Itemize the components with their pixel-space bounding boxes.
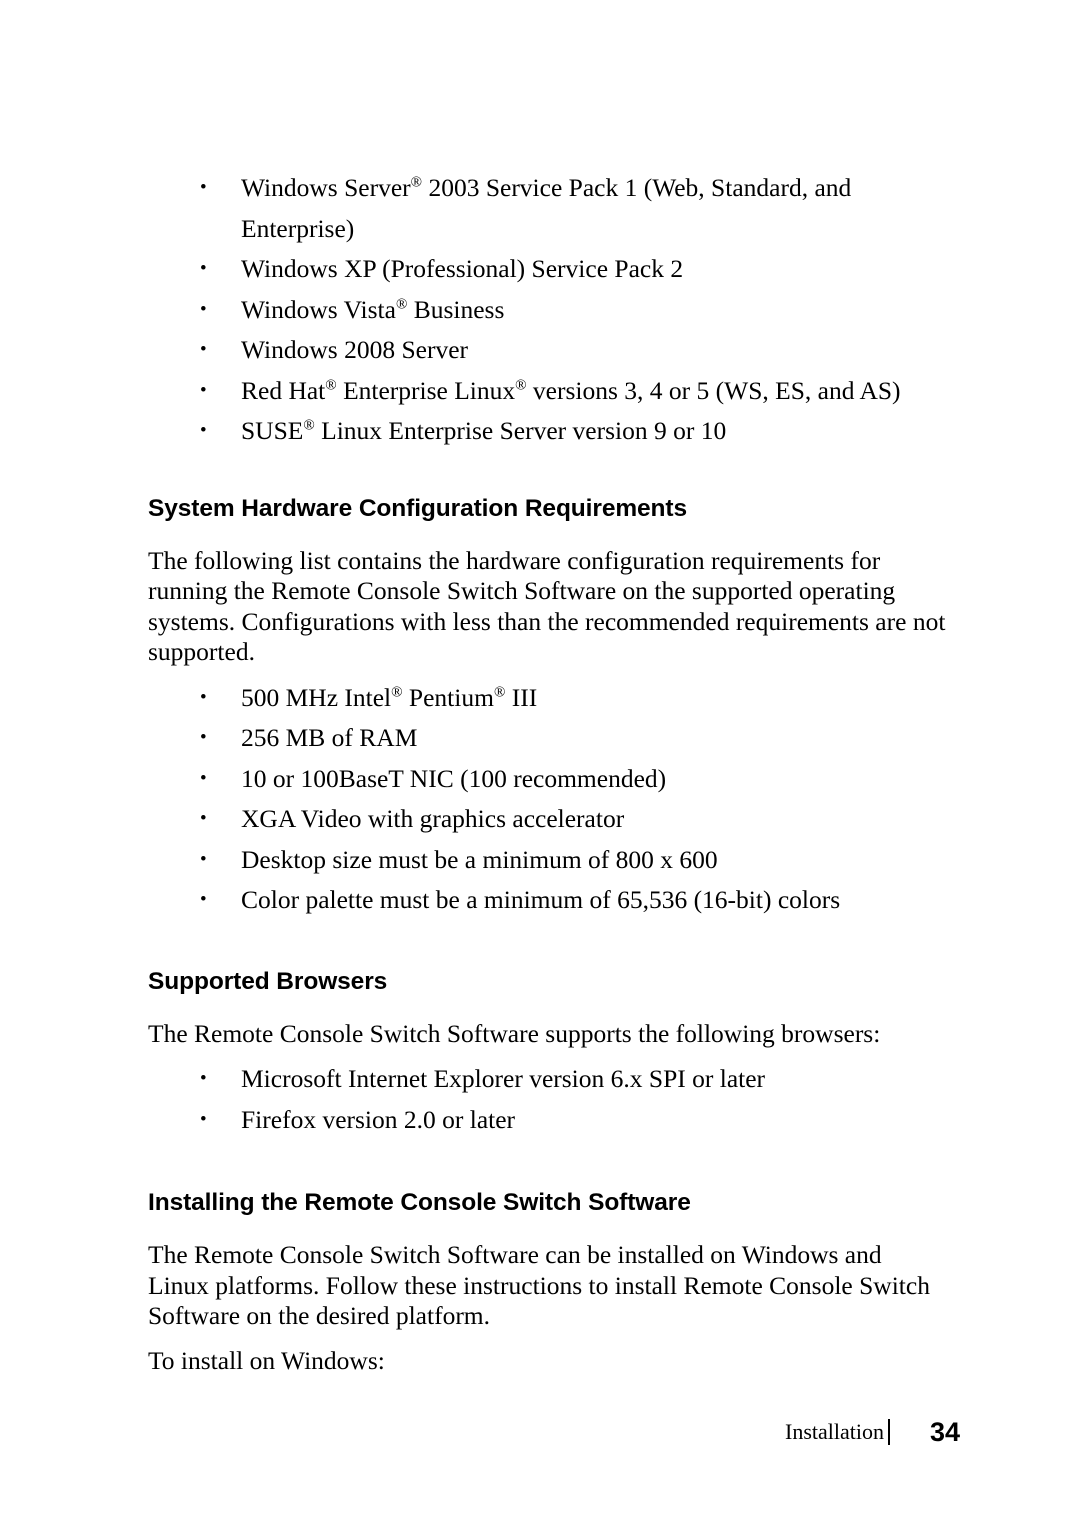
list-item-text: Microsoft Internet Explorer version 6.x …	[241, 1064, 766, 1093]
supported-os-list: Windows Server® 2003 Service Pack 1 (Web…	[148, 168, 948, 452]
footer-chapter-label: Installation	[785, 1419, 884, 1444]
list-item-text: Color palette must be a minimum of 65,53…	[241, 885, 841, 914]
list-item: Windows XP (Professional) Service Pack 2	[148, 249, 948, 290]
footer-page-number: 34	[930, 1417, 961, 1447]
section-paragraph-hardware: The following list contains the hardware…	[148, 545, 946, 667]
list-item: Windows Vista® Business	[148, 290, 948, 331]
list-item-text: Desktop size must be a minimum of 800 x …	[241, 844, 718, 874]
section-heading-browsers: Supported Browsers	[148, 967, 388, 995]
list-item-text: 500 MHz Intel® Pentium® III	[241, 682, 538, 712]
list-item-text: Windows XP (Professional) Service Pack 2	[241, 254, 684, 283]
list-item-text: SUSE® Linux Enterprise Server version 9 …	[241, 416, 727, 445]
section-paragraph-browsers: The Remote Console Switch Software suppo…	[148, 1018, 881, 1048]
list-item-text: 256 MB of RAM	[241, 723, 418, 752]
section-heading-installing: Installing the Remote Console Switch Sof…	[148, 1189, 691, 1216]
list-item: SUSE® Linux Enterprise Server version 9 …	[148, 411, 948, 452]
page-content: Windows Server® 2003 Service Pack 1 (Web…	[148, 168, 948, 1376]
page-footer: Installation 34	[0, 1417, 1080, 1457]
list-item: Desktop size must be a minimum of 800 x …	[148, 840, 948, 881]
section-heading-hardware: System Hardware Configuration Requiremen…	[148, 494, 687, 522]
footer-divider	[888, 1419, 890, 1445]
list-item: 256 MB of RAM	[148, 718, 948, 759]
document-page: Windows Server® 2003 Service Pack 1 (Web…	[0, 0, 1080, 1529]
section-paragraph-installing: The Remote Console Switch Software can b…	[148, 1240, 930, 1330]
list-item: Red Hat® Enterprise Linux® versions 3, 4…	[148, 371, 948, 412]
list-item: Microsoft Internet Explorer version 6.x …	[148, 1059, 948, 1100]
list-item-text: Windows Server® 2003 Service Pack 1 (Web…	[241, 173, 852, 243]
supported-browsers-list: Microsoft Internet Explorer version 6.x …	[148, 1059, 948, 1140]
list-item-text: Red Hat® Enterprise Linux® versions 3, 4…	[241, 375, 901, 405]
list-item-text: Windows 2008 Server	[241, 335, 469, 364]
list-item: 500 MHz Intel® Pentium® III	[148, 678, 948, 719]
list-item: Firefox version 2.0 or later	[148, 1100, 948, 1141]
section-paragraph-install-windows: To install on Windows:	[148, 1345, 385, 1375]
list-item-text: Windows Vista® Business	[241, 294, 505, 324]
list-item: 10 or 100BaseT NIC (100 recommended)	[148, 759, 948, 800]
list-item: Windows Server® 2003 Service Pack 1 (Web…	[148, 168, 948, 249]
list-item-text: XGA Video with graphics accelerator	[241, 804, 625, 833]
list-item: XGA Video with graphics accelerator	[148, 799, 948, 840]
list-item: Color palette must be a minimum of 65,53…	[148, 880, 948, 921]
list-item: Windows 2008 Server	[148, 330, 948, 371]
list-item-text: 10 or 100BaseT NIC (100 recommended)	[241, 763, 667, 793]
hardware-requirements-list: 500 MHz Intel® Pentium® III 256 MB of RA…	[148, 678, 948, 921]
list-item-text: Firefox version 2.0 or later	[241, 1104, 516, 1134]
